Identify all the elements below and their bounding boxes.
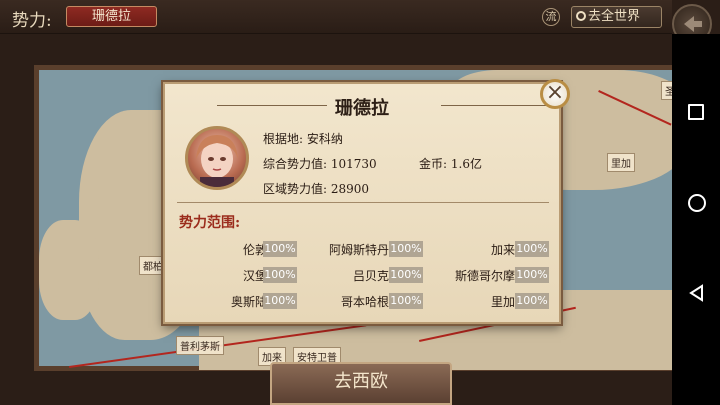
search-icon bbox=[576, 11, 586, 21]
flow-button[interactable]: 流 bbox=[542, 8, 560, 26]
portrait-image bbox=[196, 135, 238, 187]
territory-percent: 100% bbox=[389, 241, 423, 257]
territory-percent: 100% bbox=[263, 293, 297, 309]
map-city-plymouth[interactable]: 普利茅斯 bbox=[176, 336, 224, 355]
section-divider bbox=[177, 202, 549, 203]
go-world-label: 去全世界 bbox=[588, 9, 641, 24]
territory-percent: 100% bbox=[515, 293, 549, 309]
faction-select[interactable]: 珊德拉 bbox=[66, 6, 157, 27]
region-power-row: 区域势力值: 28900 bbox=[263, 180, 369, 197]
gold-row: 金币: 1.6亿 bbox=[419, 155, 482, 172]
territory-percent: 100% bbox=[389, 293, 423, 309]
close-button[interactable]: × bbox=[540, 79, 570, 109]
system-nav-bar bbox=[672, 34, 720, 405]
total-power-value: 101730 bbox=[330, 157, 377, 171]
close-icon: × bbox=[545, 80, 565, 105]
territory-name: 阿姆斯特丹 bbox=[328, 243, 389, 257]
recent-apps-icon[interactable] bbox=[688, 104, 704, 120]
region-power-value: 28900 bbox=[330, 182, 370, 196]
faction-info-dialog: 珊德拉 × 根据地: 安科纳 综合势力值: 101730 金币: 1.6亿 区域… bbox=[163, 79, 570, 324]
total-power-row: 综合势力值: 101730 bbox=[263, 155, 377, 172]
avatar bbox=[185, 126, 249, 190]
base-label: 根据地: bbox=[263, 132, 304, 146]
territory-name: 奥斯陆 bbox=[230, 295, 267, 309]
territory-percent: 100% bbox=[515, 267, 549, 283]
go-west-europe-button[interactable]: 去西欧 bbox=[270, 362, 452, 405]
territory-name: 加来 bbox=[490, 243, 515, 257]
territory-name: 哥本哈根 bbox=[340, 295, 389, 309]
map-city-riga[interactable]: 里加 bbox=[607, 153, 635, 172]
top-bar: 势力: 珊德拉 流 去全世界 bbox=[0, 0, 672, 34]
territory-name: 斯德哥尔摩 bbox=[454, 269, 515, 283]
home-icon[interactable] bbox=[688, 194, 706, 212]
base-row: 根据地: 安科纳 bbox=[263, 130, 343, 147]
base-value: 安科纳 bbox=[306, 132, 343, 146]
map-land-ireland bbox=[39, 220, 99, 320]
territory-name: 吕贝克 bbox=[352, 269, 389, 283]
region-power-label: 区域势力值: bbox=[263, 182, 328, 196]
gold-value: 1.6亿 bbox=[450, 157, 482, 171]
territory-percent: 100% bbox=[263, 241, 297, 257]
territory-percent: 100% bbox=[515, 241, 549, 257]
back-nav-icon[interactable] bbox=[688, 284, 706, 302]
dialog-title: 珊德拉 bbox=[335, 98, 389, 119]
territory-percent: 100% bbox=[263, 267, 297, 283]
territory-name: 里加 bbox=[490, 295, 515, 309]
scope-title: 势力范围: bbox=[179, 215, 241, 231]
territory-percent: 100% bbox=[389, 267, 423, 283]
gold-label: 金币: bbox=[419, 157, 448, 171]
faction-label: 势力: bbox=[12, 11, 52, 31]
go-world-button[interactable]: 去全世界 bbox=[571, 6, 662, 28]
total-power-label: 综合势力值: bbox=[263, 157, 328, 171]
